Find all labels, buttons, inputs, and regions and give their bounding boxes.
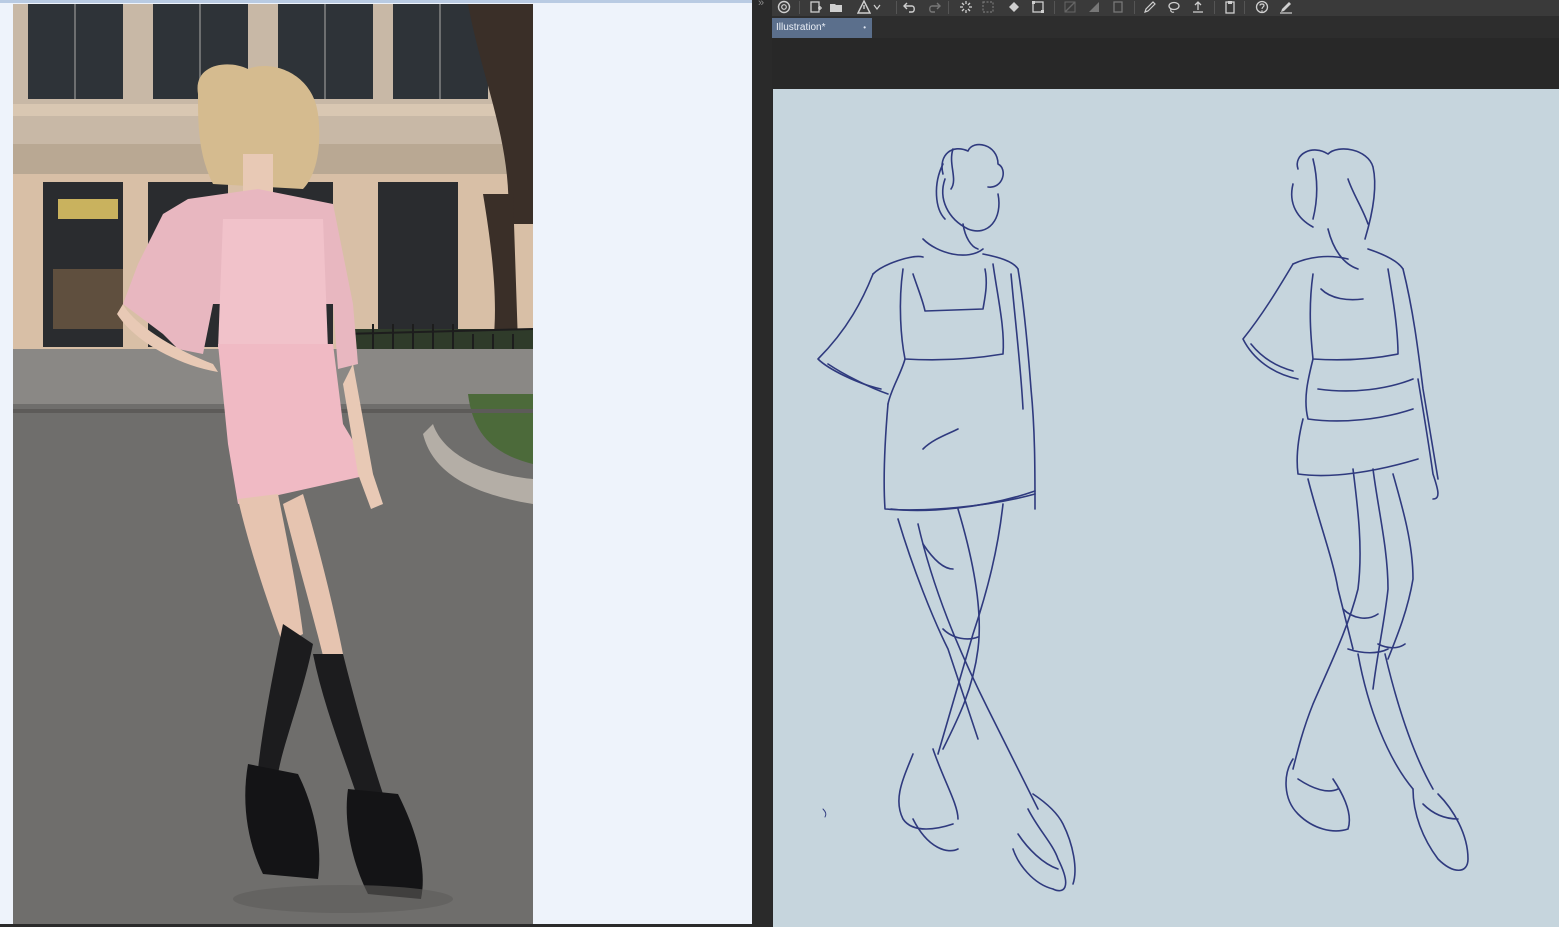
reference-photo (13, 4, 533, 926)
redo-icon[interactable] (926, 0, 942, 14)
image-viewer-window (0, 0, 752, 927)
viewer-top-border (0, 0, 752, 3)
command-bar (772, 0, 1559, 16)
pen-icon[interactable] (1278, 0, 1294, 14)
new-file-icon[interactable] (808, 0, 824, 14)
toolbar-separator (896, 1, 897, 14)
toolbar-separator (1244, 1, 1245, 14)
toolbar-separator (799, 1, 800, 14)
tab-close-button[interactable]: • (863, 18, 866, 38)
clipboard-icon[interactable] (1222, 0, 1238, 14)
window-divider[interactable]: » (752, 0, 772, 927)
loading-icon[interactable] (958, 0, 974, 14)
ruler-icon[interactable] (1062, 0, 1078, 14)
sketch-figure-left (817, 143, 1076, 892)
cloud-sync-icon[interactable] (776, 0, 792, 14)
undo-icon[interactable] (902, 0, 918, 14)
canvas-workspace[interactable] (772, 38, 1559, 927)
fill-icon[interactable] (1006, 0, 1022, 14)
drawing-app-window: Illustration* • (772, 0, 1559, 927)
frame-icon[interactable] (1110, 0, 1126, 14)
collapse-chevron-icon[interactable]: » (758, 0, 764, 9)
edit-icon[interactable] (1142, 0, 1158, 14)
sketch-figure-right (1242, 148, 1469, 872)
tab-illustration[interactable]: Illustration* • (772, 18, 872, 38)
transform-icon[interactable] (1030, 0, 1046, 14)
toolbar-separator (1214, 1, 1215, 14)
toolbar-separator (948, 1, 949, 14)
export-icon[interactable] (1190, 0, 1206, 14)
gradient-icon[interactable] (1086, 0, 1102, 14)
lasso-icon[interactable] (1166, 0, 1182, 14)
warning-icon[interactable] (856, 0, 872, 14)
drawing-canvas[interactable] (773, 89, 1559, 927)
tab-title: Illustration* (776, 22, 826, 33)
document-tab-bar: Illustration* • (772, 16, 1559, 38)
toolbar-separator (1054, 1, 1055, 14)
dropdown-arrow-icon[interactable] (872, 0, 882, 14)
help-icon[interactable] (1254, 0, 1270, 14)
select-icon[interactable] (980, 0, 996, 14)
open-file-icon[interactable] (828, 0, 844, 14)
toolbar-separator (1134, 1, 1135, 14)
